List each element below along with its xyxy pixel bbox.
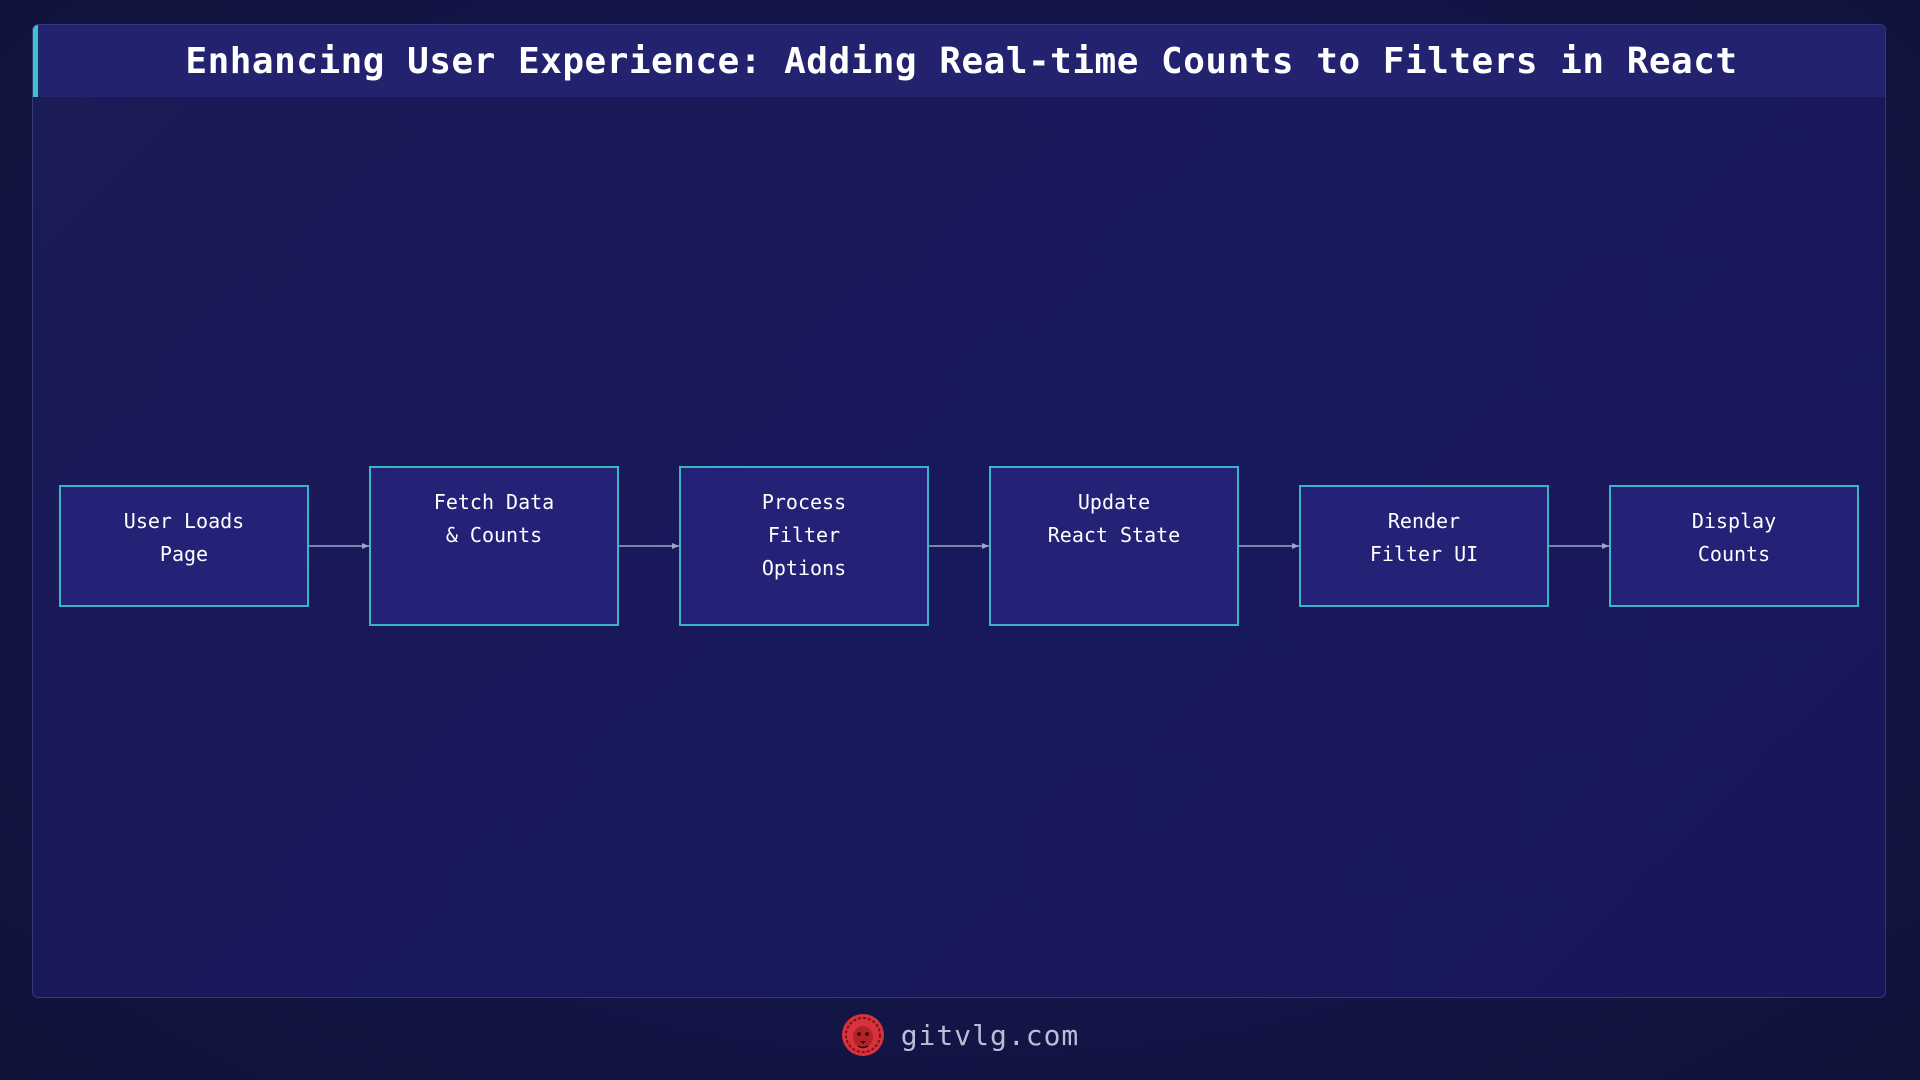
- flow-step-render-filter-ui: Render Filter UI: [1299, 485, 1549, 607]
- flow-step-update-react-state: Update React State: [989, 466, 1239, 626]
- flow-step-process-filter-options: Process Filter Options: [679, 466, 929, 626]
- site-name[interactable]: gitvlg.com: [901, 1019, 1080, 1052]
- footer: gitvlg.com: [0, 1010, 1920, 1060]
- flow-step-display-counts: Display Counts: [1609, 485, 1859, 607]
- lion-head-icon: [841, 1014, 884, 1056]
- slide: Enhancing User Experience: Adding Real-t…: [0, 0, 1920, 1080]
- flow-step-user-loads-page: User Loads Page: [59, 485, 309, 607]
- flow-step-fetch-data: Fetch Data & Counts: [369, 466, 619, 626]
